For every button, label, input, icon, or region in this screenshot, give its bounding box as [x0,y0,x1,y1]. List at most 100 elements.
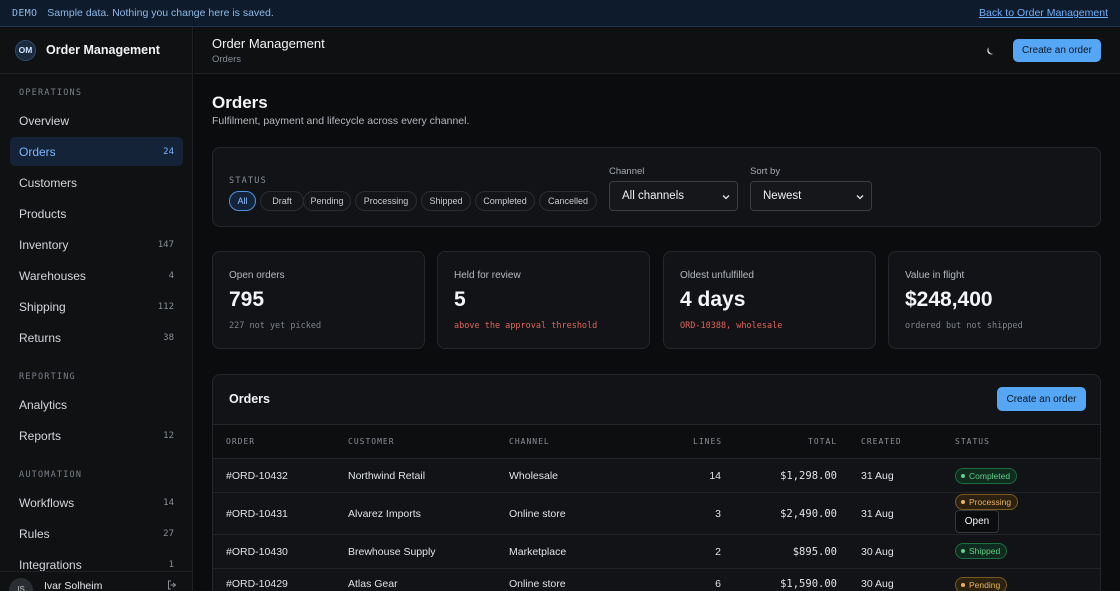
sort-select[interactable]: Newest [750,181,872,211]
created-date: 30 Aug [861,546,894,558]
column-header-lines[interactable]: LINES [693,437,722,446]
status-chip-pending[interactable]: Pending [303,191,351,211]
chevron-down-icon [722,192,730,200]
status-chip-all[interactable]: All [229,191,256,211]
stat-label: Open orders [229,270,285,281]
stat-card-held-for-review: Held for review 5 above the approval thr… [437,251,650,349]
brand-name: Order Management [46,43,160,57]
table-row[interactable]: #ORD-10429 Atlas Gear Online store 6 $1,… [213,569,1100,591]
sidebar-item-count: 1 [168,559,174,570]
sidebar: OM Order Management OPERATIONS Overview … [0,27,193,591]
status-chip-shipped[interactable]: Shipped [421,191,471,211]
status-dot-icon [961,549,965,553]
sidebar-item-overview[interactable]: Overview [10,106,183,135]
sidebar-item-customers[interactable]: Customers [10,168,183,197]
created-date: 31 Aug [861,508,894,520]
open-order-tooltip[interactable]: Open [955,510,999,533]
sidebar-item-label: Warehouses [19,268,86,283]
page-subtitle: Fulfilment, payment and lifecycle across… [212,115,470,127]
column-header-order[interactable]: ORDER [226,437,255,446]
sidebar-item-returns[interactable]: Returns 38 [10,323,183,352]
sidebar-item-orders[interactable]: Orders 24 [10,137,183,166]
table-row[interactable]: #ORD-10430 Brewhouse Supply Marketplace … [213,535,1100,569]
sidebar-item-products[interactable]: Products [10,199,183,228]
sidebar-item-reports[interactable]: Reports 12 [10,421,183,450]
sort-label: Sort by [750,166,781,177]
status-chip-draft[interactable]: Draft [260,191,304,211]
section-label-automation: AUTOMATION [19,470,83,480]
customer-name: Alvarez Imports [348,508,421,520]
sign-out-icon[interactable] [167,580,177,591]
sidebar-item-label: Overview [19,113,70,128]
sidebar-item-label: Returns [19,330,62,345]
status-badge-label: Shipped [969,546,1001,556]
user-name: Ivar Solheim [44,579,103,591]
customer-name: Atlas Gear [348,578,398,590]
order-id[interactable]: #ORD-10432 [226,470,288,482]
sidebar-item-shipping[interactable]: Shipping 112 [10,292,183,321]
filter-panel: STATUS All Draft Pending Processing Ship… [212,147,1101,227]
stat-note: ordered but not shipped [905,321,1023,331]
sidebar-item-label: Shipping [19,299,66,314]
top-bar: Order Management Orders Create an order [194,27,1120,74]
column-header-status[interactable]: STATUS [955,437,990,446]
moon-icon[interactable] [984,44,998,58]
status-badge-label: Pending [969,580,1001,590]
sort-select-value: Newest [763,190,802,202]
sidebar-item-count: 12 [163,430,174,441]
brand-logo: OM [15,39,36,61]
sidebar-item-label: Analytics [19,397,68,412]
order-id[interactable]: #ORD-10430 [226,546,288,558]
line-count: 3 [715,508,721,520]
status-filter-label: STATUS [229,176,267,186]
sidebar-item-count: 112 [157,301,174,312]
column-header-customer[interactable]: CUSTOMER [348,437,395,446]
channel: Online store [509,578,566,590]
page-title: Orders [212,93,268,112]
avatar: IS [9,577,33,591]
created-date: 30 Aug [861,578,894,590]
column-header-total[interactable]: TOTAL [808,437,837,446]
status-chip-completed[interactable]: Completed [475,191,535,211]
sidebar-item-analytics[interactable]: Analytics [10,390,183,419]
table-row[interactable]: #ORD-10432 Northwind Retail Wholesale 14… [213,459,1100,493]
column-header-created[interactable]: CREATED [861,437,902,446]
demo-tag: DEMO [12,7,38,19]
sidebar-item-rules[interactable]: Rules 27 [10,519,183,548]
back-link[interactable]: Back to Order Management [979,7,1108,19]
stat-value: 4 days [680,288,746,311]
channel-label: Channel [609,166,645,177]
line-count: 2 [715,546,721,558]
breadcrumb[interactable]: Orders [212,54,241,65]
stat-note: above the approval threshold [454,321,598,331]
sidebar-item-label: Products [19,206,67,221]
status-dot-icon [961,500,965,504]
order-id[interactable]: #ORD-10431 [226,508,288,520]
sidebar-item-label: Rules [19,526,50,541]
stat-value: 5 [454,288,466,311]
status-chip-processing[interactable]: Processing [355,191,417,211]
brand[interactable]: OM Order Management [0,27,192,74]
create-order-button[interactable]: Create an order [1013,39,1101,62]
sidebar-item-count: 24 [163,146,174,157]
status-dot-icon [961,583,965,587]
status-badge-label: Processing [969,497,1012,507]
sidebar-item-label: Orders [19,144,56,159]
status-badge: Pending [955,577,1008,591]
demo-message: Sample data. Nothing you change here is … [47,7,274,19]
app-title: Order Management [212,36,325,51]
status-chip-cancelled[interactable]: Cancelled [539,191,597,211]
order-total: $1,298.00 [780,470,837,482]
demo-banner: DEMO Sample data. Nothing you change her… [0,0,1120,27]
order-id[interactable]: #ORD-10429 [226,578,288,590]
create-order-button[interactable]: Create an order [997,387,1086,411]
status-badge: Completed [955,468,1018,484]
channel-select[interactable]: All channels [609,181,738,211]
sidebar-item-warehouses[interactable]: Warehouses 4 [10,261,183,290]
sidebar-item-workflows[interactable]: Workflows 14 [10,488,183,517]
sidebar-item-count: 4 [168,270,174,281]
column-header-channel[interactable]: CHANNEL [509,437,550,446]
sidebar-item-inventory[interactable]: Inventory 147 [10,230,183,259]
orders-table-card: Orders Create an order ORDER CUSTOMER CH… [212,374,1101,591]
user-menu[interactable]: IS Ivar Solheim [0,571,192,591]
